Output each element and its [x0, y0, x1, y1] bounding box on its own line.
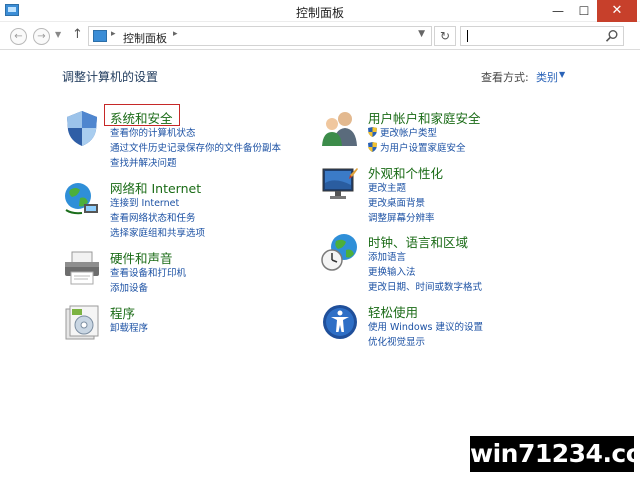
category-title[interactable]: 外观和个性化: [368, 163, 443, 182]
control-panel-icon: [93, 30, 107, 42]
shield-icon[interactable]: [62, 108, 102, 148]
link-add-language[interactable]: 添加语言: [368, 250, 482, 265]
category-title[interactable]: 用户帐户和家庭安全: [368, 108, 481, 127]
link-label: 为用户设置家庭安全: [380, 143, 466, 154]
close-button[interactable]: ✕: [597, 0, 637, 22]
back-button[interactable]: ←: [10, 28, 27, 45]
view-by-dropdown[interactable]: 类别: [536, 69, 558, 85]
link-date-time-format[interactable]: 更改日期、时间或数字格式: [368, 280, 482, 295]
watermark: win71234.com: [470, 436, 640, 472]
maximize-button[interactable]: ☐: [571, 0, 597, 22]
link-change-input-method[interactable]: 更换输入法: [368, 265, 482, 280]
address-dropdown-icon[interactable]: ▼: [418, 29, 425, 39]
link-family-safety[interactable]: 为用户设置家庭安全: [368, 141, 466, 156]
link-devices-printers[interactable]: 查看设备和打印机: [110, 266, 186, 281]
category-title[interactable]: 时钟、语言和区域: [368, 232, 468, 251]
chevron-down-icon: ▼: [55, 30, 62, 39]
link-view-computer-status[interactable]: 查看你的计算机状态: [110, 126, 281, 141]
text-caret: [467, 30, 468, 42]
window-title: 控制面板: [295, 6, 344, 20]
title-bar: 控制面板 — ☐ ✕: [0, 0, 640, 22]
link-connect-internet[interactable]: 连接到 Internet: [110, 196, 205, 211]
link-change-account-type[interactable]: 更改帐户类型: [368, 126, 466, 141]
link-desktop-background[interactable]: 更改桌面背景: [368, 196, 435, 211]
ease-of-access-icon[interactable]: [320, 302, 360, 342]
address-bar[interactable]: ▸ 控制面板 ▸ ▼: [88, 26, 432, 46]
link-label: 更改帐户类型: [380, 128, 438, 139]
recent-locations-button[interactable]: ▼: [55, 30, 61, 39]
up-button[interactable]: ↑: [72, 27, 83, 42]
link-screen-resolution[interactable]: 调整屏幕分辨率: [368, 211, 435, 226]
link-file-history-backup[interactable]: 通过文件历史记录保存你的文件备份副本: [110, 141, 281, 156]
monitor-icon[interactable]: [320, 163, 360, 203]
navigation-bar: ← → ▼ ↑ ▸ 控制面板 ▸ ▼ ↻: [0, 22, 640, 50]
arrow-right-icon: →: [37, 31, 46, 42]
category-title[interactable]: 硬件和声音: [110, 248, 173, 267]
link-troubleshoot[interactable]: 查找并解决问题: [110, 156, 281, 171]
refresh-icon: ↻: [439, 29, 451, 43]
search-input[interactable]: [460, 26, 624, 46]
arrow-left-icon: ←: [14, 31, 23, 42]
link-homegroup-sharing[interactable]: 选择家庭组和共享选项: [110, 226, 205, 241]
arrow-up-icon: ↑: [72, 27, 83, 42]
chevron-down-icon[interactable]: ▼: [559, 70, 565, 79]
printer-icon[interactable]: [62, 248, 102, 288]
category-title[interactable]: 程序: [110, 303, 135, 322]
uac-shield-icon: [368, 127, 377, 137]
link-add-device[interactable]: 添加设备: [110, 281, 186, 296]
refresh-button[interactable]: ↻: [434, 26, 456, 46]
link-optimize-visual-display[interactable]: 优化视觉显示: [368, 335, 483, 350]
view-by-label: 查看方式:: [481, 71, 529, 84]
breadcrumb-chevron-icon[interactable]: ▸: [111, 29, 116, 39]
link-recommended-settings[interactable]: 使用 Windows 建议的设置: [368, 320, 483, 335]
programs-icon[interactable]: [62, 303, 102, 343]
clock-globe-icon[interactable]: [320, 232, 360, 272]
category-title[interactable]: 网络和 Internet: [110, 178, 201, 197]
link-change-theme[interactable]: 更改主题: [368, 181, 435, 196]
highlight-annotation: [104, 104, 180, 126]
link-network-status[interactable]: 查看网络状态和任务: [110, 211, 205, 226]
forward-button[interactable]: →: [33, 28, 50, 45]
category-title[interactable]: 轻松使用: [368, 302, 418, 321]
minimize-button[interactable]: —: [545, 0, 571, 22]
breadcrumb-control-panel[interactable]: 控制面板: [123, 30, 167, 46]
users-icon[interactable]: [320, 108, 360, 148]
page-title: 调整计算机的设置: [62, 70, 159, 84]
breadcrumb-chevron-icon[interactable]: ▸: [173, 29, 178, 39]
globe-network-icon[interactable]: [62, 178, 102, 218]
link-uninstall-program[interactable]: 卸载程序: [110, 321, 148, 336]
uac-shield-icon: [368, 142, 377, 152]
search-icon[interactable]: [605, 29, 619, 43]
